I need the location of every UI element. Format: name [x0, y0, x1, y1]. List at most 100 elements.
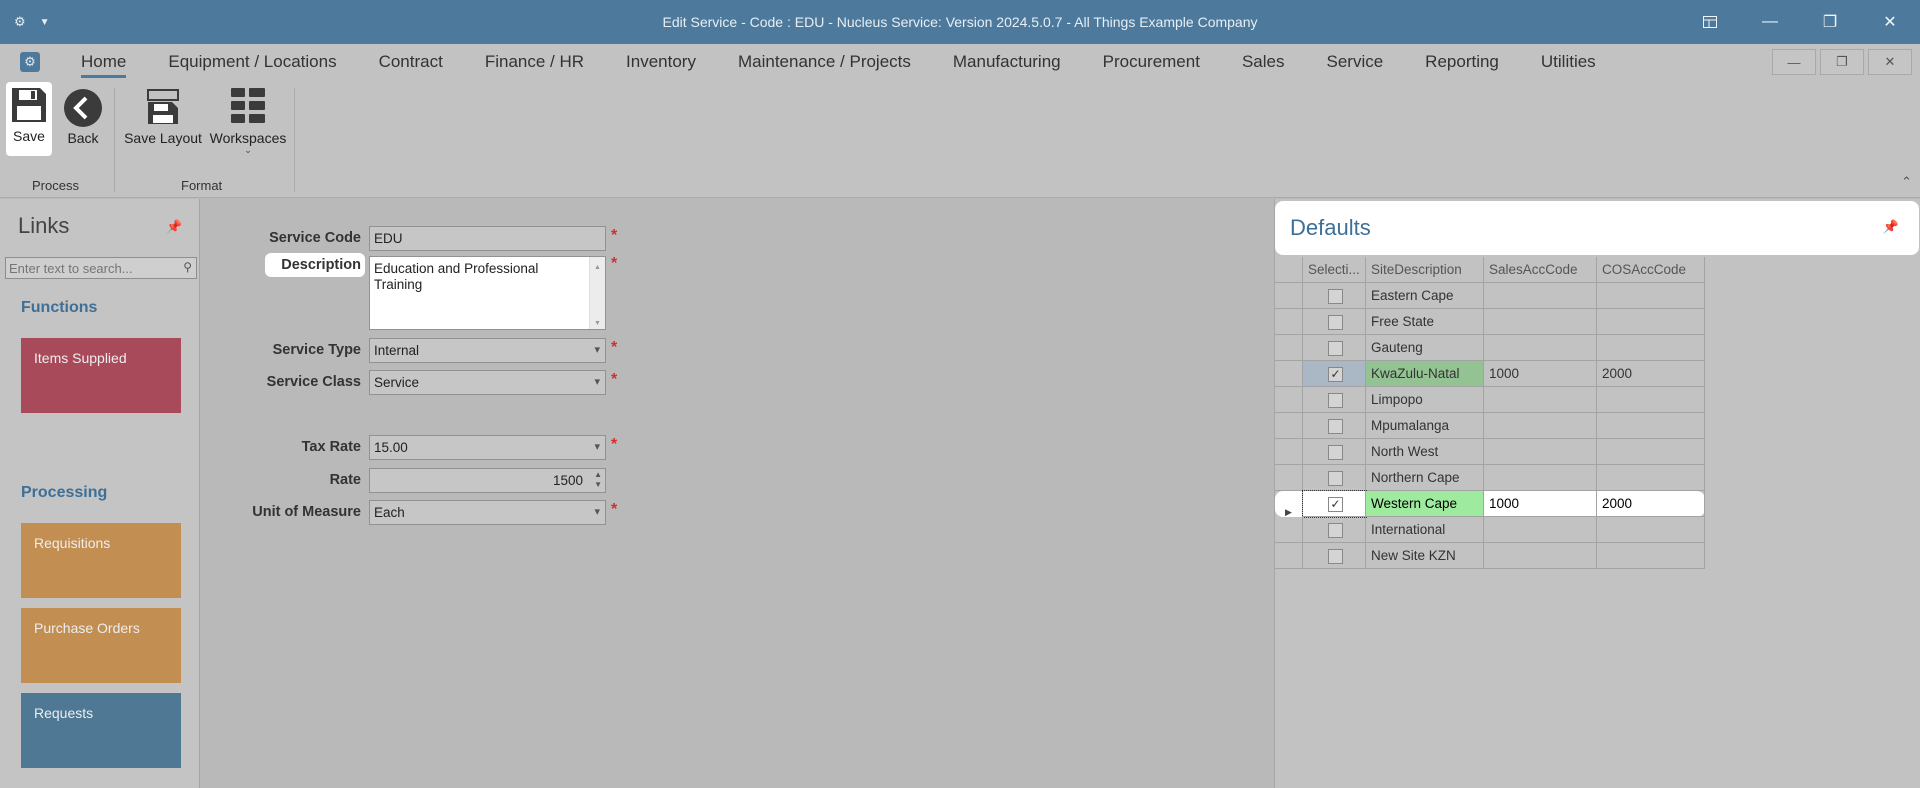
search-icon[interactable]: ⚲	[183, 260, 192, 274]
pin-icon[interactable]: 📌	[166, 219, 182, 235]
site-description-cell[interactable]: Gauteng	[1366, 335, 1484, 361]
menu-item-utilities[interactable]: Utilities	[1520, 44, 1617, 82]
chevron-down-icon[interactable]: ▼	[40, 17, 50, 28]
selection-checkbox[interactable]	[1328, 445, 1343, 460]
mdi-minimize-button[interactable]: —	[1772, 49, 1816, 75]
service-code-field[interactable]: EDU	[369, 226, 606, 251]
selection-cell[interactable]: ✓	[1302, 490, 1367, 518]
menu-item-sales[interactable]: Sales	[1221, 44, 1306, 82]
row-indicator[interactable]	[1275, 465, 1303, 491]
selection-checkbox[interactable]	[1328, 289, 1343, 304]
table-row[interactable]: ▶ ✓ Western Cape 1000 2000	[1275, 490, 1705, 518]
column-header[interactable]: SiteDescription	[1366, 257, 1484, 283]
row-indicator[interactable]	[1275, 543, 1303, 569]
sales-acc-code-cell[interactable]	[1484, 309, 1597, 335]
sales-acc-code-cell[interactable]	[1484, 387, 1597, 413]
site-description-cell[interactable]: International	[1366, 517, 1484, 543]
table-row[interactable]: Mpumalanga	[1275, 413, 1705, 439]
selection-cell[interactable]	[1303, 309, 1366, 335]
selection-checkbox[interactable]	[1328, 419, 1343, 434]
menu-item-finance-hr[interactable]: Finance / HR	[464, 44, 605, 82]
mdi-restore-button[interactable]: ❐	[1820, 49, 1864, 75]
menu-item-reporting[interactable]: Reporting	[1404, 44, 1520, 82]
selection-checkbox[interactable]	[1328, 471, 1343, 486]
table-row[interactable]: Gauteng	[1275, 335, 1705, 361]
back-button[interactable]: Back	[60, 82, 106, 156]
requests-tile[interactable]: Requests	[21, 693, 181, 768]
cos-acc-code-cell[interactable]	[1597, 543, 1705, 569]
site-description-cell[interactable]: Mpumalanga	[1366, 413, 1484, 439]
table-row[interactable]: Eastern Cape	[1275, 283, 1705, 309]
close-button[interactable]: ✕	[1860, 0, 1920, 44]
site-description-cell[interactable]: Eastern Cape	[1366, 283, 1484, 309]
selection-checkbox[interactable]	[1328, 523, 1343, 538]
table-row[interactable]: ✓ KwaZulu-Natal 1000 2000	[1275, 361, 1705, 387]
menu-item-equipment-locations[interactable]: Equipment / Locations	[147, 44, 357, 82]
description-scrollbar[interactable]: ▲ ▼	[589, 257, 605, 329]
menu-item-procurement[interactable]: Procurement	[1082, 44, 1221, 82]
cos-acc-code-cell[interactable]	[1597, 465, 1705, 491]
table-row[interactable]: North West	[1275, 439, 1705, 465]
sales-acc-code-cell[interactable]	[1484, 335, 1597, 361]
description-field[interactable]: Education and Professional Training ▲ ▼	[369, 256, 606, 330]
sales-acc-code-cell[interactable]	[1484, 413, 1597, 439]
selection-checkbox[interactable]: ✓	[1328, 497, 1343, 512]
row-indicator[interactable]	[1275, 309, 1303, 335]
row-indicator[interactable]	[1275, 439, 1303, 465]
menu-item-manufacturing[interactable]: Manufacturing	[932, 44, 1082, 82]
purchase-orders-tile[interactable]: Purchase Orders	[21, 608, 181, 683]
selection-checkbox[interactable]: ✓	[1328, 367, 1343, 382]
selection-cell[interactable]	[1303, 387, 1366, 413]
selection-cell[interactable]	[1303, 413, 1366, 439]
settings-icon[interactable]: ⚙	[14, 14, 26, 30]
row-indicator[interactable]	[1275, 517, 1303, 543]
site-description-cell[interactable]: Northern Cape	[1366, 465, 1484, 491]
sales-acc-code-cell[interactable]	[1484, 283, 1597, 309]
column-header[interactable]: SalesAccCode	[1484, 257, 1597, 283]
selection-cell[interactable]	[1303, 283, 1366, 309]
rate-spinner[interactable]: ▲ ▼	[594, 470, 602, 490]
site-description-cell[interactable]: Western Cape	[1366, 491, 1484, 517]
menu-item-inventory[interactable]: Inventory	[605, 44, 717, 82]
selection-cell[interactable]	[1303, 439, 1366, 465]
minimize-button[interactable]: —	[1740, 0, 1800, 44]
table-row[interactable]: Free State	[1275, 309, 1705, 335]
selection-cell[interactable]: ✓	[1303, 361, 1366, 387]
cos-acc-code-cell[interactable]	[1597, 387, 1705, 413]
selection-checkbox[interactable]	[1328, 393, 1343, 408]
selection-cell[interactable]	[1303, 465, 1366, 491]
links-search-input[interactable]	[6, 258, 176, 278]
site-description-cell[interactable]: North West	[1366, 439, 1484, 465]
row-indicator[interactable]	[1275, 413, 1303, 439]
row-indicator[interactable]	[1275, 387, 1303, 413]
uom-select[interactable]: Each	[369, 500, 606, 525]
row-indicator[interactable]	[1275, 335, 1303, 361]
restore-button[interactable]: ❐	[1800, 0, 1860, 44]
table-row[interactable]: Limpopo	[1275, 387, 1705, 413]
sales-acc-code-cell[interactable]	[1484, 439, 1597, 465]
row-indicator[interactable]: ▶	[1275, 491, 1303, 517]
menu-item-service[interactable]: Service	[1305, 44, 1404, 82]
sales-acc-code-cell[interactable]: 1000	[1484, 361, 1597, 387]
pin-icon[interactable]: 📌	[1883, 219, 1899, 235]
table-row[interactable]: New Site KZN	[1275, 543, 1705, 569]
column-header[interactable]: Selecti...	[1303, 257, 1366, 283]
mdi-close-button[interactable]: ✕	[1868, 49, 1912, 75]
sales-acc-code-cell[interactable]	[1484, 517, 1597, 543]
row-indicator[interactable]	[1275, 361, 1303, 387]
cos-acc-code-cell[interactable]	[1597, 283, 1705, 309]
menu-item-contract[interactable]: Contract	[358, 44, 464, 82]
save-layout-button[interactable]: Save Layout	[122, 82, 204, 156]
table-row[interactable]: International	[1275, 517, 1705, 543]
cos-acc-code-cell[interactable]	[1597, 413, 1705, 439]
workspaces-button[interactable]: Workspaces ⌄	[208, 82, 288, 156]
cos-acc-code-cell[interactable]: 2000	[1597, 491, 1705, 517]
sales-acc-code-cell[interactable]	[1484, 543, 1597, 569]
app-icon[interactable]: ⚙	[20, 52, 40, 72]
sales-acc-code-cell[interactable]	[1484, 465, 1597, 491]
cos-acc-code-cell[interactable]: 2000	[1597, 361, 1705, 387]
tax-rate-select[interactable]: 15.00	[369, 435, 606, 460]
save-button[interactable]: Save	[6, 82, 52, 156]
site-description-cell[interactable]: Free State	[1366, 309, 1484, 335]
site-description-cell[interactable]: KwaZulu-Natal	[1366, 361, 1484, 387]
